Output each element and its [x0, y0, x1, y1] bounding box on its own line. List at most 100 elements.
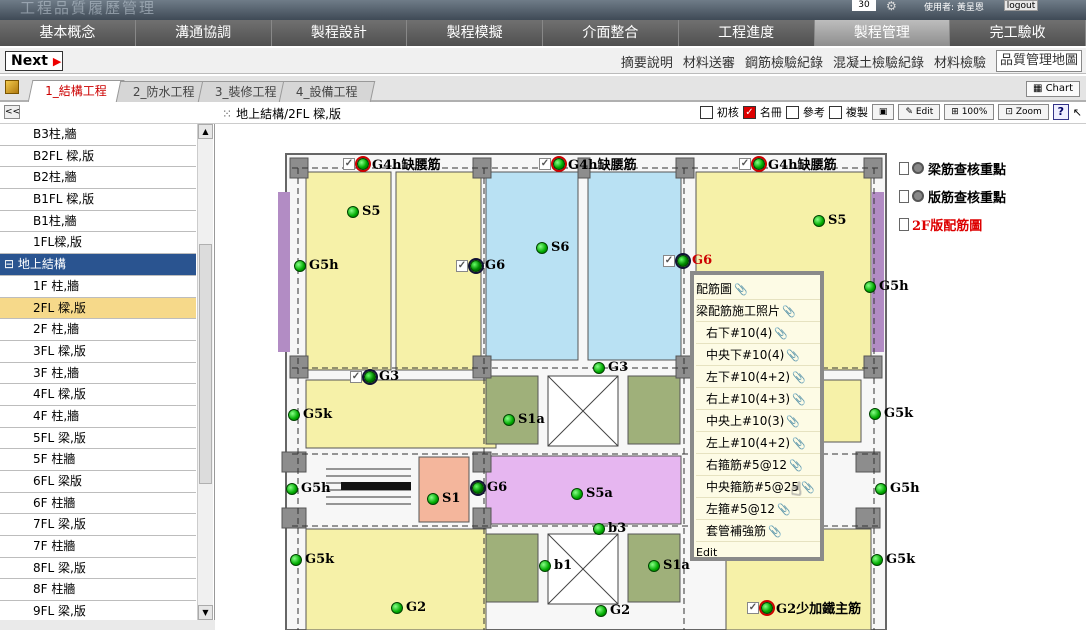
legend-item-2[interactable]: 2F版配筋圖	[899, 210, 1006, 238]
popup-item[interactable]: 右上#10(4+3) 📎	[696, 388, 820, 410]
tree-item[interactable]: 5F 柱牆	[0, 449, 196, 471]
tree-item[interactable]: 3FL 樑,版	[0, 341, 196, 363]
tree-item[interactable]: 2FL 樑,版	[0, 297, 196, 320]
marker-s1a-a[interactable]: S1a	[503, 412, 545, 427]
tree-item[interactable]: 7FL 梁,版	[0, 514, 196, 537]
tree-group[interactable]: ⊟ 地上結構	[0, 254, 196, 276]
sidebar-scrollbar[interactable]: ▲ ▼	[197, 124, 213, 620]
popup-edit-link[interactable]: Edit	[696, 542, 820, 564]
pointer-icon[interactable]: ↖	[1073, 106, 1082, 119]
chart-button[interactable]: ▦ Chart	[1026, 81, 1080, 97]
tree-item[interactable]: 4FL 樑,版	[0, 384, 196, 406]
marker-s5-right[interactable]: S5	[813, 213, 846, 228]
sub-nav-item-2[interactable]: 鋼筋檢驗紀錄	[745, 52, 823, 72]
marker-g4h-3[interactable]: ✓ G4h缺腰筋	[739, 154, 837, 173]
next-button[interactable]: Next ▶	[5, 51, 63, 71]
marker-g5h-bottom-right[interactable]: G5h	[875, 481, 920, 496]
popup-item[interactable]: 配筋圖 📎	[696, 278, 820, 300]
tree-item[interactable]: B2柱,牆	[0, 167, 196, 190]
main-nav-tab-2[interactable]: 製程設計	[271, 20, 408, 46]
zoom-percent-button[interactable]: ⊞ 100%	[944, 104, 995, 120]
marker-g5h-right[interactable]: G5h	[864, 279, 909, 294]
tree-item[interactable]: 4F 柱,牆	[0, 406, 196, 428]
marker-s1a-b[interactable]: S1a	[648, 558, 690, 573]
main-nav-tab-5[interactable]: 工程進度	[678, 20, 815, 46]
main-nav-tab-4[interactable]: 介面整合	[543, 20, 679, 46]
tree-item[interactable]: 1F 柱,牆	[0, 276, 196, 298]
tree-item[interactable]: 8FL 梁,版	[0, 558, 196, 580]
popup-item[interactable]: 梁配筋施工照片 📎	[696, 300, 820, 322]
marker-g2-b[interactable]: G2	[595, 603, 630, 618]
marker-g6-a[interactable]: ✓ G6	[456, 258, 505, 273]
sub-nav-item-5[interactable]: 品質管理地圖	[995, 50, 1082, 72]
marker-s5-left[interactable]: S5	[347, 204, 380, 219]
tree-item[interactable]: 8F 柱牆	[0, 579, 196, 602]
tree-item[interactable]: 5FL 梁,版	[0, 428, 196, 450]
tree-item[interactable]: 2F 柱,牆	[0, 319, 196, 341]
popup-item[interactable]: 中央上#10(3) 📎	[696, 410, 820, 432]
logout-button[interactable]: logout	[1004, 0, 1038, 11]
legend-item-0[interactable]: 梁筋查核重點	[899, 154, 1006, 182]
popup-item[interactable]: 套管補強筋 📎	[696, 520, 820, 542]
tree-item[interactable]: 1FL樑,版	[0, 232, 196, 255]
scroll-down-icon[interactable]: ▼	[198, 605, 213, 620]
edit-button[interactable]: ✎ Edit	[898, 104, 941, 120]
help-button[interactable]: ?	[1052, 104, 1069, 120]
legend-item-1[interactable]: 版筋查核重點	[899, 182, 1006, 210]
marker-s5a[interactable]: S5a	[571, 486, 613, 501]
tree-item[interactable]: 7F 柱牆	[0, 536, 196, 558]
reference-checkbox[interactable]	[785, 105, 799, 119]
tree-item[interactable]: B1FL 樑,版	[0, 189, 196, 211]
sign-checkbox[interactable]: ✓	[742, 105, 756, 119]
tree-item[interactable]: 3F 柱,牆	[0, 363, 196, 385]
floor-plan-canvas[interactable]: ✓ G4h缺腰筋 ✓ G4h缺腰筋 ✓ G4h缺腰筋 S5 S5 S6 G5h ✓ G6…	[216, 124, 1086, 630]
tree-item[interactable]: B2FL 樑,版	[0, 146, 196, 168]
tree-item[interactable]: B3柱,牆	[0, 124, 196, 146]
settings-icon[interactable]: ⚙	[886, 0, 897, 13]
main-nav-tab-6[interactable]: 製程管理	[814, 20, 951, 46]
zoom-button[interactable]: ⊡ Zoom	[998, 104, 1049, 120]
marker-g5k-left[interactable]: G5k	[288, 407, 332, 422]
category-tab-3[interactable]: 4_設備工程	[278, 81, 375, 102]
marker-s1[interactable]: S1	[427, 491, 460, 506]
main-nav-tab-7[interactable]: 完工驗收	[950, 20, 1086, 46]
marker-g5k-bottom-left[interactable]: G5k	[290, 552, 334, 567]
main-nav-tab-1[interactable]: 溝通協調	[135, 20, 272, 46]
marker-g2-a[interactable]: G2	[391, 600, 426, 615]
marker-g6-b[interactable]: ✓ G6	[663, 253, 712, 268]
scroll-thumb[interactable]	[199, 244, 212, 484]
marker-g4h-1[interactable]: ✓ G4h缺腰筋	[343, 154, 441, 173]
marker-g5h-left[interactable]: G5h	[294, 258, 339, 273]
marker-s6[interactable]: S6	[536, 240, 569, 255]
initial-checkbox[interactable]	[699, 105, 713, 119]
popup-item[interactable]: 右下#10(4) 📎	[696, 322, 820, 344]
sidebar-hscrollbar[interactable]	[0, 620, 215, 630]
collapse-sidebar-button[interactable]: <<	[4, 105, 20, 119]
popup-item[interactable]: 中央下#10(4) 📎	[696, 344, 820, 366]
review-checkbox[interactable]	[828, 105, 842, 119]
tree-item[interactable]: 9FL 梁,版	[0, 601, 196, 620]
main-nav-tab-0[interactable]: 基本概念	[0, 20, 136, 46]
marker-g3-b[interactable]: ✓ G3	[350, 369, 399, 384]
marker-g5k-right[interactable]: G5k	[869, 406, 913, 421]
marker-b1[interactable]: b1	[539, 558, 572, 573]
marker-g2-right[interactable]: ✓ G2少加鐵主筋	[747, 598, 861, 617]
banner-zoom-value[interactable]: 30	[852, 0, 876, 11]
tree-item[interactable]: 6F 柱牆	[0, 493, 196, 515]
popup-item[interactable]: 左下#10(4+2) 📎	[696, 366, 820, 388]
popup-item[interactable]: 左上#10(4+2) 📎	[696, 432, 820, 454]
marker-g5k-bottom-right[interactable]: G5k	[871, 552, 915, 567]
marker-g3-a[interactable]: G3	[593, 360, 628, 375]
marker-g4h-2[interactable]: ✓ G4h缺腰筋	[539, 154, 637, 173]
image-icon[interactable]: ▣	[871, 104, 895, 120]
scroll-up-icon[interactable]: ▲	[198, 124, 213, 139]
main-nav-tab-3[interactable]: 製程模擬	[407, 20, 543, 46]
tree-item[interactable]: 6FL 梁版	[0, 471, 196, 493]
sub-nav-item-3[interactable]: 混凝土檢驗紀錄	[833, 52, 924, 72]
marker-g6-c[interactable]: G6	[472, 480, 507, 495]
sub-nav-item-1[interactable]: 材料送審	[683, 52, 735, 72]
sub-nav-item-0[interactable]: 摘要說明	[621, 52, 673, 72]
popup-item[interactable]: 左箍#5@12 📎	[696, 498, 820, 520]
tree-item[interactable]: B1柱,牆	[0, 211, 196, 233]
marker-b3[interactable]: b3	[593, 521, 626, 536]
